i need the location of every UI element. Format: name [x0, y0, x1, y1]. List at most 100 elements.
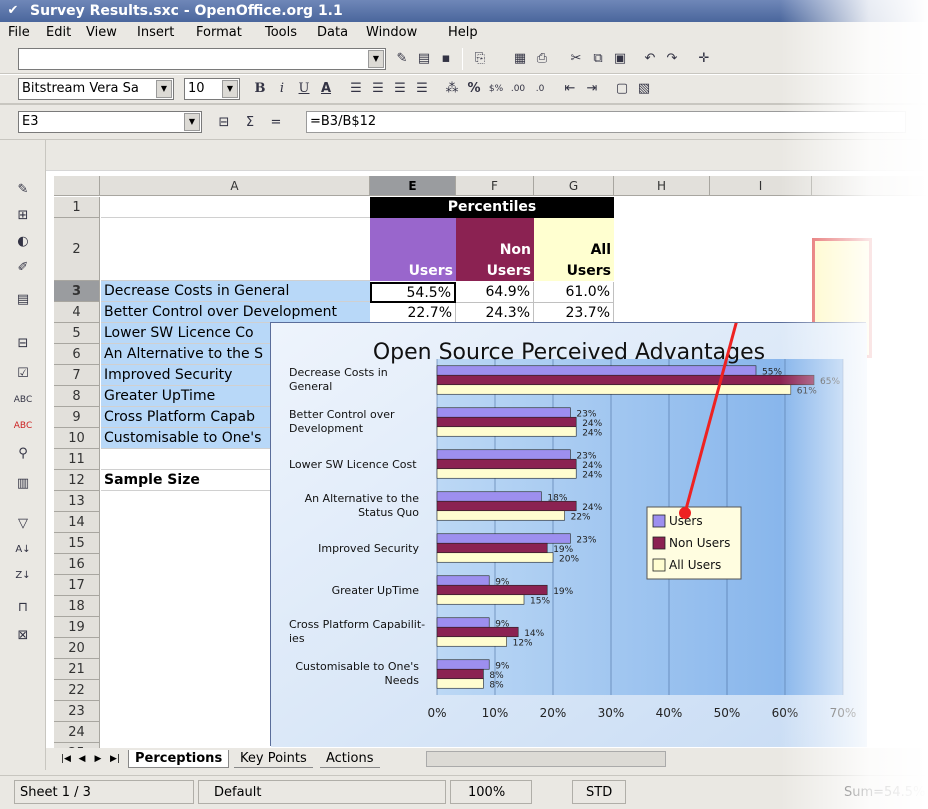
prev-sheet-icon[interactable]: ◀ — [76, 750, 88, 768]
redo-icon[interactable]: ↷ — [662, 49, 682, 69]
row-header[interactable]: 3 — [54, 281, 100, 302]
chevron-down-icon[interactable]: ▼ — [156, 80, 172, 98]
row-header[interactable]: 9 — [54, 407, 100, 428]
row-header[interactable]: 18 — [54, 596, 100, 617]
insert-cells-icon[interactable]: ⊞ — [13, 206, 33, 226]
delete-decimal-icon[interactable]: .0 — [530, 79, 550, 99]
datasource-icon[interactable]: ▥ — [13, 474, 33, 494]
row-header[interactable]: 15 — [54, 533, 100, 554]
chevron-down-icon[interactable]: ▼ — [222, 80, 238, 98]
percentiles-header[interactable]: Percentiles — [370, 197, 614, 218]
function-icon[interactable]: = — [266, 113, 286, 133]
cell-f4[interactable]: 24.3% — [456, 303, 534, 324]
form-icon[interactable]: ▤ — [13, 290, 33, 310]
align-left-icon[interactable]: ☰ — [346, 79, 366, 99]
row-header[interactable]: 7 — [54, 365, 100, 386]
cut-icon[interactable]: ✂ — [566, 49, 586, 69]
cell-label[interactable]: Decrease Costs in General — [101, 281, 370, 302]
column-header-h[interactable]: H — [614, 176, 710, 196]
column-header-e[interactable]: E — [370, 176, 456, 196]
corner-select-all[interactable] — [54, 176, 100, 196]
insert-rows-icon[interactable]: ⊟ — [13, 334, 33, 354]
align-center-icon[interactable]: ☰ — [368, 79, 388, 99]
edit-mode-icon[interactable]: ⎘ — [470, 49, 490, 69]
row-header[interactable]: 5 — [54, 323, 100, 344]
menu-format[interactable]: Format — [196, 22, 242, 44]
horizontal-scrollbar[interactable] — [426, 751, 666, 767]
cell-label[interactable] — [101, 197, 370, 218]
percent-icon[interactable]: % — [464, 79, 484, 99]
row-header[interactable]: 1 — [54, 197, 100, 218]
open-folder-icon[interactable]: ▤ — [414, 49, 434, 69]
row-header[interactable]: 11 — [54, 449, 100, 470]
autospell-icon[interactable]: ABC — [13, 416, 33, 436]
cell-g4[interactable]: 23.7% — [534, 303, 614, 324]
borders-icon[interactable]: ▢ — [612, 79, 632, 99]
row-header[interactable]: 8 — [54, 386, 100, 407]
cell-label[interactable]: Better Control over Development — [101, 302, 370, 323]
copy-icon[interactable]: ⧉ — [588, 49, 608, 69]
underline-icon[interactable]: U — [294, 79, 314, 99]
non-users-header-cell[interactable]: Non Users — [456, 218, 534, 281]
next-sheet-icon[interactable]: ▶ — [92, 750, 104, 768]
cell-f3[interactable]: 64.9% — [456, 282, 534, 303]
group-icon[interactable]: ⊠ — [13, 626, 33, 646]
edit-file-icon[interactable]: ✎ — [392, 49, 412, 69]
align-right-icon[interactable]: ☰ — [390, 79, 410, 99]
export-pdf-icon[interactable]: ▦ — [510, 49, 530, 69]
print-icon[interactable]: ⎙ — [532, 49, 552, 69]
row-header[interactable]: 23 — [54, 701, 100, 722]
row-header[interactable]: 12 — [54, 470, 100, 491]
currency-icon[interactable]: ⁂ — [442, 79, 462, 99]
save-icon[interactable]: ▪ — [436, 49, 456, 69]
menu-insert[interactable]: Insert — [137, 22, 174, 44]
row-header[interactable]: 16 — [54, 554, 100, 575]
sort-ascending-icon[interactable]: A↓ — [13, 540, 33, 560]
column-header-f[interactable]: F — [456, 176, 534, 196]
decrease-indent-icon[interactable]: ⇤ — [560, 79, 580, 99]
menu-tools[interactable]: Tools — [265, 22, 297, 44]
menu-data[interactable]: Data — [317, 22, 348, 44]
menu-edit[interactable]: Edit — [46, 22, 71, 44]
check-icon[interactable]: ☑ — [13, 364, 33, 384]
row-header[interactable]: 19 — [54, 617, 100, 638]
justify-icon[interactable]: ☰ — [412, 79, 432, 99]
name-box[interactable]: E3 ▼ — [18, 111, 202, 133]
add-decimal-icon[interactable]: .00 — [508, 79, 528, 99]
function-wizard-icon[interactable]: ⊟ — [214, 113, 234, 133]
italic-icon[interactable]: i — [272, 79, 292, 99]
column-header-g[interactable]: G — [534, 176, 614, 196]
background-color-icon[interactable]: ▧ — [634, 79, 654, 99]
tab-key-points[interactable]: Key Points — [234, 750, 313, 768]
row-header[interactable]: 13 — [54, 491, 100, 512]
url-combo[interactable]: ▼ — [18, 48, 386, 70]
autofilter-icon[interactable]: ▽ — [13, 514, 33, 534]
chevron-down-icon[interactable]: ▼ — [368, 50, 384, 68]
sort-descending-icon[interactable]: Z↓ — [13, 566, 33, 586]
row-header[interactable]: 4 — [54, 302, 100, 323]
draw-functions-icon[interactable]: ✐ — [13, 258, 33, 278]
row-header[interactable]: 14 — [54, 512, 100, 533]
edit-data-icon[interactable]: ✎ — [13, 180, 33, 200]
tab-actions[interactable]: Actions — [320, 750, 380, 768]
menu-window[interactable]: Window — [366, 22, 417, 44]
sum-icon[interactable]: Σ — [240, 113, 260, 133]
font-size-combo[interactable]: 10 ▼ — [184, 78, 240, 100]
embedded-chart[interactable]: 0% 10% 20% 30% 40% 50% 60% 70% Open Source Perce… — [270, 322, 867, 747]
window-menu-icon[interactable]: ✔ — [4, 2, 22, 20]
cell-g3[interactable]: 61.0% — [534, 282, 614, 303]
row-header[interactable]: 24 — [54, 722, 100, 743]
cell-e3[interactable]: 54.5% — [370, 282, 456, 303]
find-icon[interactable]: ⚲ — [13, 444, 33, 464]
spellcheck-icon[interactable]: ABC — [13, 390, 33, 410]
chevron-down-icon[interactable]: ▼ — [184, 113, 200, 131]
column-header-j[interactable] — [812, 176, 928, 196]
undo-icon[interactable]: ↶ — [640, 49, 660, 69]
insert-object-icon[interactable]: ◐ — [13, 232, 33, 252]
font-color-icon[interactable]: A — [316, 79, 336, 99]
row-header[interactable]: 2 — [54, 218, 100, 281]
row-header[interactable]: 6 — [54, 344, 100, 365]
formula-input[interactable]: =B3/B$12 — [306, 111, 906, 133]
menu-view[interactable]: View — [86, 22, 117, 44]
standard-format-icon[interactable]: $% — [486, 79, 506, 99]
